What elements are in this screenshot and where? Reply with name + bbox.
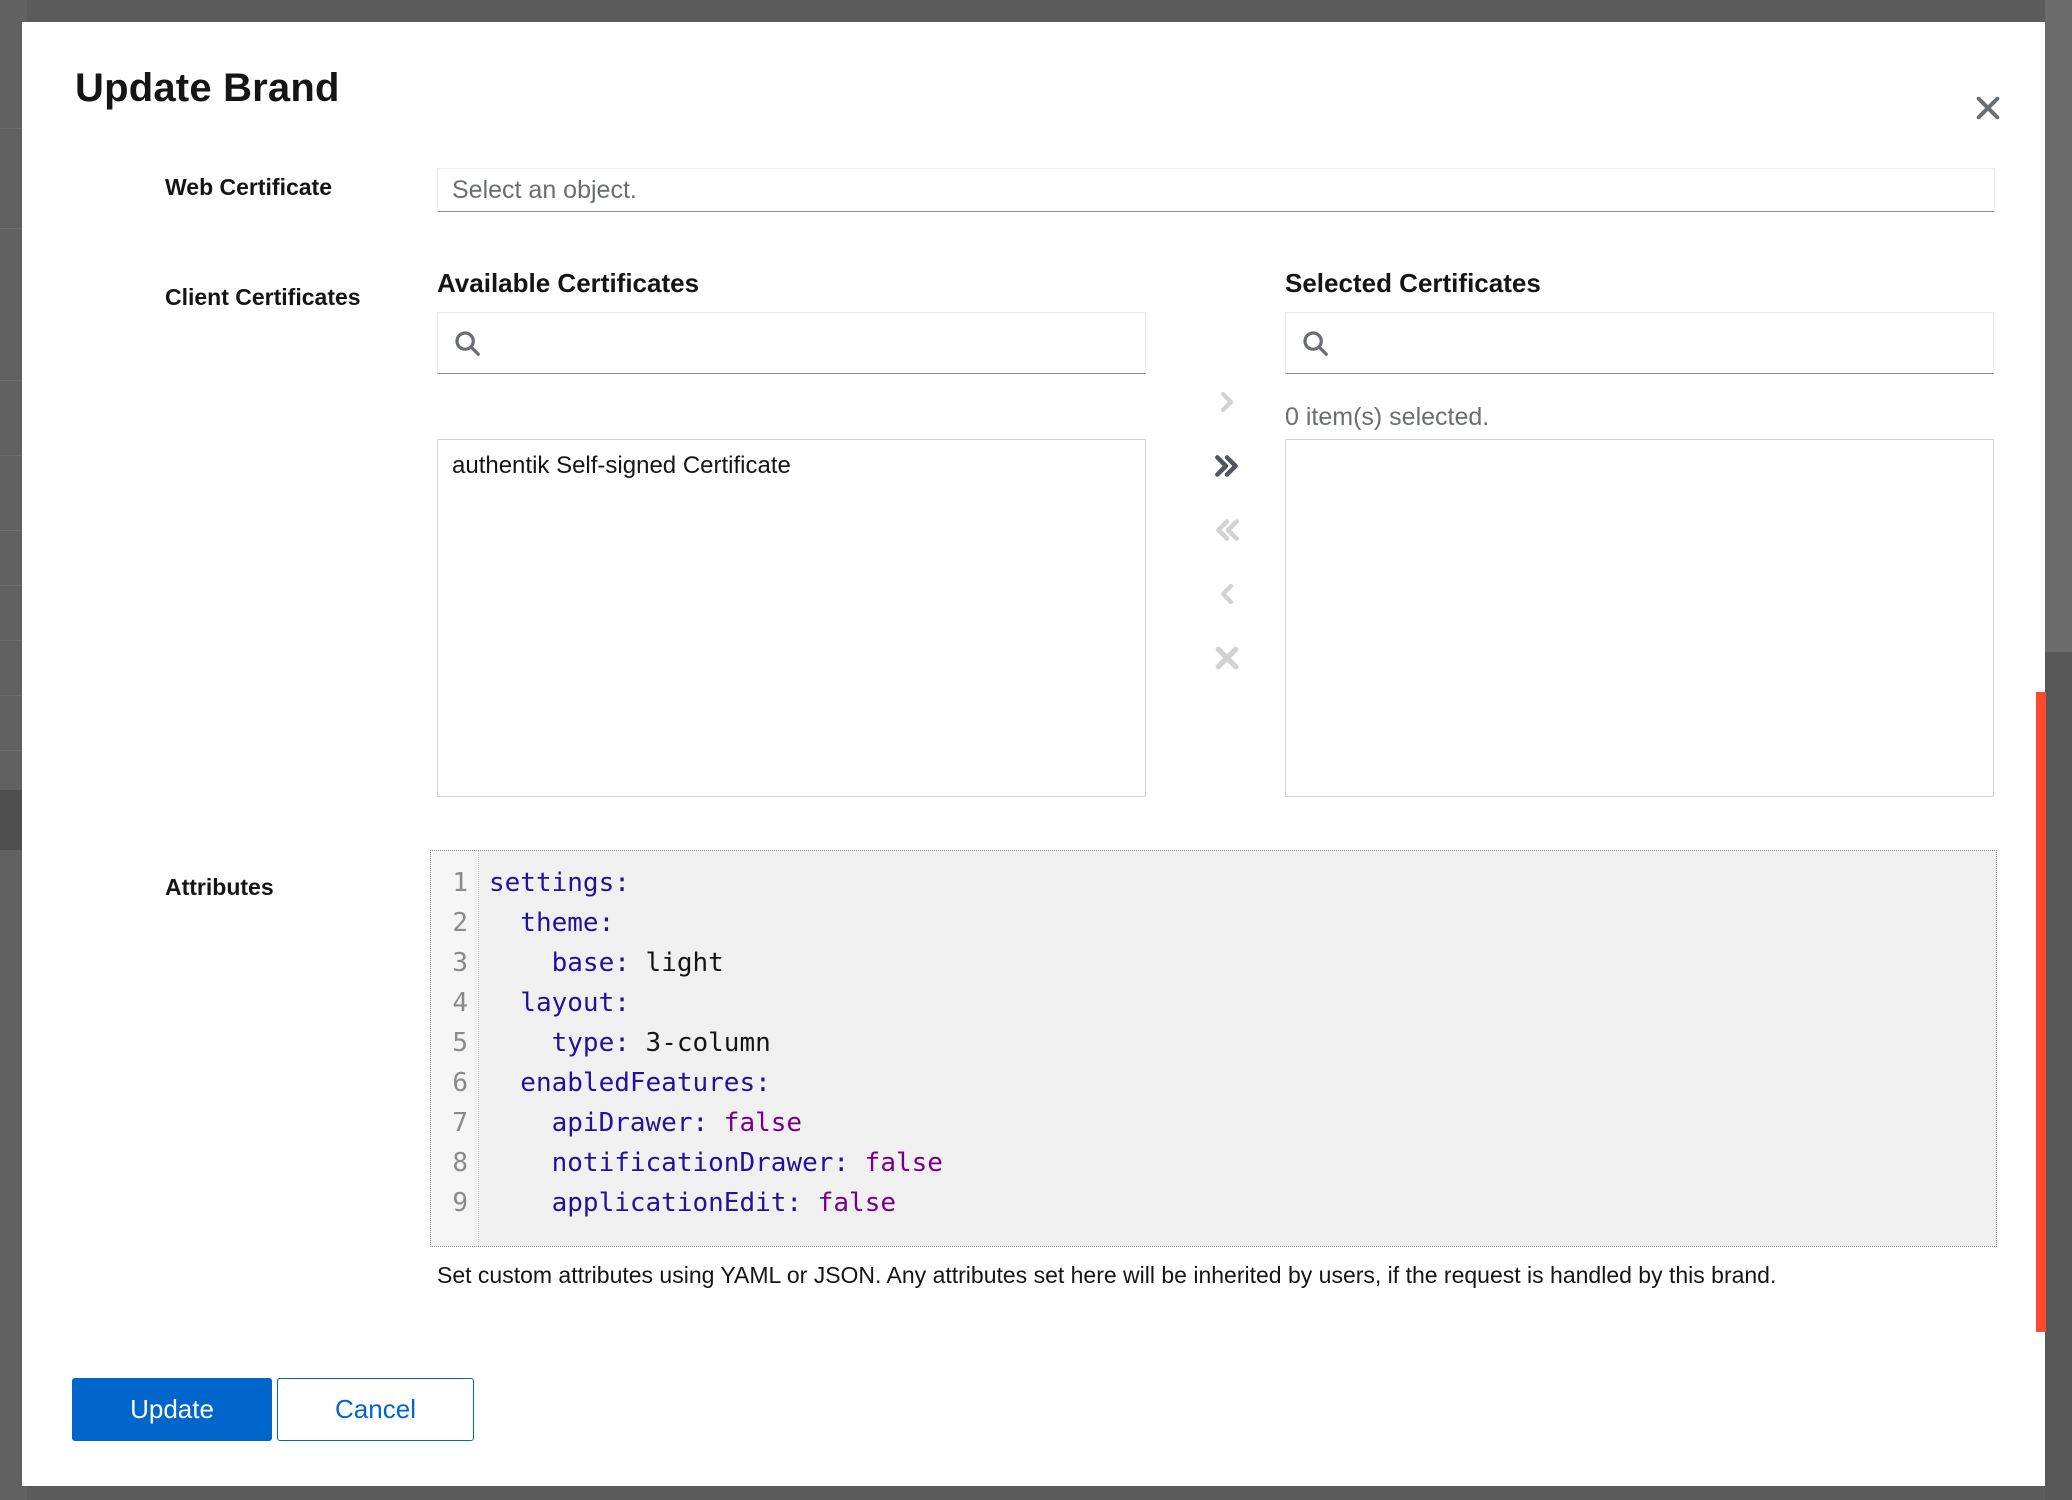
client-certificates-label: Client Certificates: [165, 284, 361, 311]
close-icon[interactable]: [1960, 80, 2016, 136]
update-button[interactable]: Update: [72, 1378, 272, 1441]
background-page-edge: [2045, 652, 2072, 1500]
attributes-label: Attributes: [165, 874, 274, 901]
cancel-button[interactable]: Cancel: [277, 1378, 474, 1441]
code-gutter: 1 2 3 4 5 6 7 8 9: [431, 851, 479, 1246]
accent-bar: [2036, 692, 2046, 1332]
attributes-help-text: Set custom attributes using YAML or JSON…: [437, 1262, 1997, 1289]
code-content: settings: theme: base: light layout: typ…: [479, 851, 1996, 1246]
selected-certificates-heading: Selected Certificates: [1285, 268, 1541, 299]
attributes-code-editor[interactable]: 1 2 3 4 5 6 7 8 9 settings: theme: base:…: [430, 850, 1997, 1247]
available-search[interactable]: [437, 312, 1146, 374]
web-certificate-select[interactable]: [437, 168, 1995, 212]
update-brand-modal: Update Brand Web Certificate Client Cert…: [22, 22, 2045, 1486]
selected-search[interactable]: [1285, 312, 1994, 374]
clear-selection-icon[interactable]: [1203, 638, 1251, 678]
remove-selected-icon[interactable]: [1203, 574, 1251, 614]
remove-all-icon[interactable]: [1203, 510, 1251, 550]
search-icon: [1300, 328, 1330, 358]
background-page-edge: [2045, 0, 2072, 652]
dual-list-controls: [1168, 382, 1285, 678]
page-title: Update Brand: [75, 66, 340, 111]
list-item[interactable]: authentik Self-signed Certificate: [438, 440, 1145, 492]
selected-certificates-list: [1285, 439, 1994, 797]
search-icon: [452, 328, 482, 358]
available-search-input[interactable]: [492, 328, 1131, 358]
add-selected-icon[interactable]: [1203, 382, 1251, 422]
selected-count-status: 0 item(s) selected.: [1285, 403, 1489, 432]
add-all-icon[interactable]: [1203, 446, 1251, 486]
available-certificates-list: authentik Self-signed Certificate: [437, 439, 1146, 797]
web-certificate-label: Web Certificate: [165, 174, 332, 201]
available-certificates-heading: Available Certificates: [437, 268, 699, 299]
selected-search-input[interactable]: [1340, 328, 1979, 358]
